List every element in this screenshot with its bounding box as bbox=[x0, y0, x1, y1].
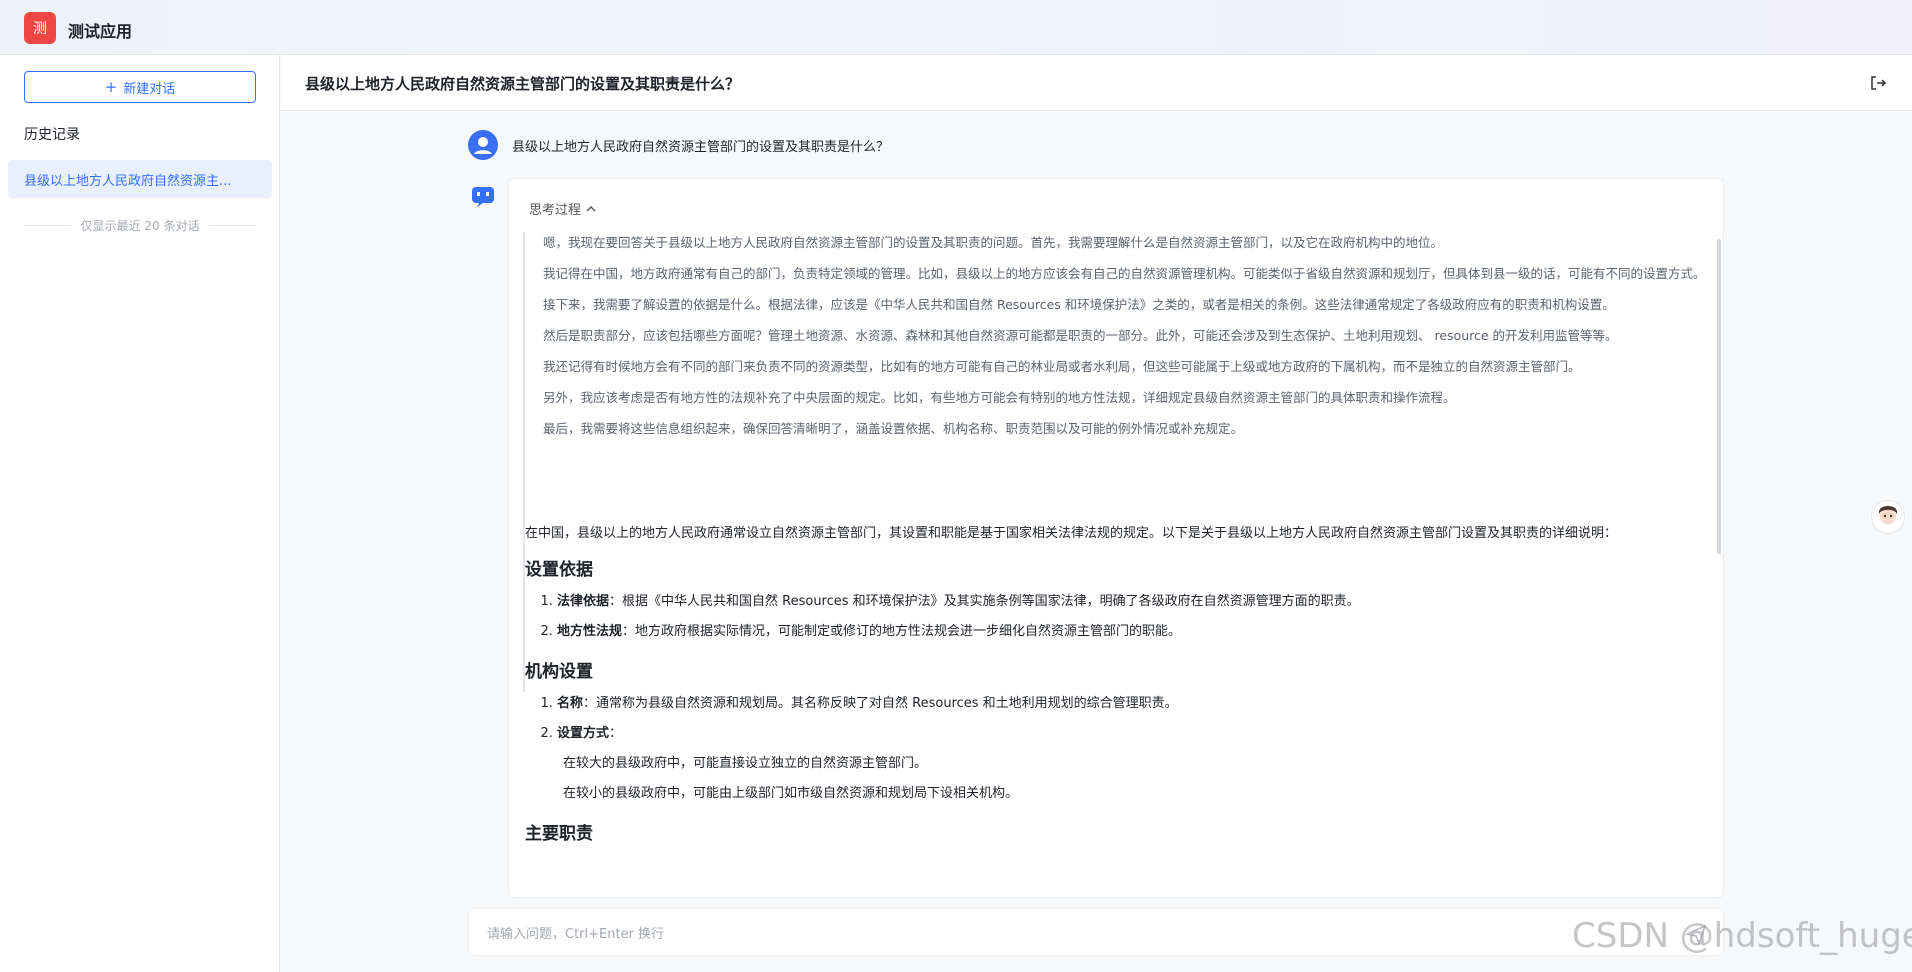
divider bbox=[209, 225, 256, 226]
watermark: CSDN @hdsoft_huge bbox=[1572, 916, 1912, 956]
chevron-up-icon bbox=[586, 205, 596, 212]
conversation-header: 县级以上地方人民政府自然资源主管部门的设置及其职责是什么？ bbox=[281, 55, 1912, 111]
think-paragraph: 嗯，我现在要回答关于县级以上地方人民政府自然资源主管部门的设置及其职责的问题。首… bbox=[543, 235, 1444, 250]
logout-icon[interactable] bbox=[1868, 73, 1888, 93]
history-note: 仅显示最近 20 条对话 bbox=[24, 217, 256, 234]
question-input[interactable] bbox=[485, 921, 1669, 947]
section-heading: 主要职责 bbox=[525, 824, 593, 844]
bot-avatar-icon bbox=[470, 182, 496, 208]
think-paragraph: 接下来，我需要了解设置的依据是什么。根据法律，应该是《中华人民共和国自然 Res… bbox=[543, 297, 1615, 312]
think-paragraph: 最后，我需要将这些信息组织起来，确保回答清晰明了，涵盖设置依据、机构名称、职责范… bbox=[543, 421, 1244, 436]
top-bar: 测 测试应用 bbox=[0, 0, 1912, 55]
question-input-box bbox=[468, 908, 1724, 956]
history-item-label: 县级以上地方人民政府自然资源主... bbox=[24, 173, 232, 189]
conversation-title: 县级以上地方人民政府自然资源主管部门的设置及其职责是什么？ bbox=[305, 75, 741, 93]
new-chat-button[interactable]: + 新建对话 bbox=[24, 71, 256, 103]
user-message: 县级以上地方人民政府自然资源主管部门的设置及其职责是什么？ bbox=[512, 140, 890, 155]
item-text: ：地方政府根据实际情况，可能制定或修订的地方性法规会进一步细化自然资源主管部门的… bbox=[622, 624, 1182, 639]
plus-icon: + bbox=[104, 78, 118, 96]
new-chat-label: 新建对话 bbox=[123, 81, 176, 97]
list-item: 设置方式： bbox=[557, 723, 1709, 745]
app-title: 测试应用 bbox=[68, 22, 133, 41]
answer-content: 在中国，县级以上的地方人民政府通常设立自然资源主管部门，其设置和职能是基于国家相… bbox=[525, 523, 1709, 855]
list-item: 名称：通常称为县级自然资源和规划局。其名称反映了对自然 Resources 和土… bbox=[557, 693, 1709, 715]
sub-item: 在较小的县级政府中，可能由上级部门如市级自然资源和规划局下设相关机构。 bbox=[563, 786, 1019, 801]
think-paragraph: 我记得在中国，地方政府通常有自己的部门，负责特定领域的管理。比如，县级以上的地方… bbox=[543, 266, 1706, 281]
item-bold: 名称 bbox=[557, 696, 584, 711]
section-heading: 机构设置 bbox=[525, 662, 593, 682]
divider bbox=[24, 225, 71, 226]
answer-card: 思考过程 嗯，我现在要回答关于县级以上地方人民政府自然资源主管部门的设置及其职责… bbox=[508, 178, 1724, 898]
section-list: 法律依据：根据《中华人民共和国自然 Resources 和环境保护法》及其实施条… bbox=[525, 591, 1709, 643]
item-text: ：通常称为县级自然资源和规划局。其名称反映了对自然 Resources 和土地利… bbox=[583, 696, 1178, 711]
sidebar: + 新建对话 历史记录 县级以上地方人民政府自然资源主... 仅显示最近 20 … bbox=[0, 55, 280, 972]
history-item[interactable]: 县级以上地方人民政府自然资源主... bbox=[8, 160, 272, 198]
answer-intro: 在中国，县级以上的地方人民政府通常设立自然资源主管部门，其设置和职能是基于国家相… bbox=[525, 526, 1618, 541]
sub-item: 在较大的县级政府中，可能直接设立独立的自然资源主管部门。 bbox=[563, 756, 928, 771]
think-toggle[interactable]: 思考过程 bbox=[529, 199, 597, 218]
section-list: 名称：通常称为县级自然资源和规划局。其名称反映了对自然 Resources 和土… bbox=[525, 693, 1709, 745]
think-paragraph: 我还记得有时候地方会有不同的部门来负责不同的资源类型，比如有的地方可能有自己的林… bbox=[543, 359, 1581, 374]
item-text: ：根据《中华人民共和国自然 Resources 和环境保护法》及其实施条例等国家… bbox=[609, 594, 1360, 609]
scrollbar[interactable] bbox=[1717, 239, 1721, 554]
think-label: 思考过程 bbox=[529, 203, 582, 218]
item-text: ： bbox=[609, 726, 623, 741]
assistant-float-avatar[interactable] bbox=[1871, 500, 1905, 534]
item-bold: 地方性法规 bbox=[557, 624, 623, 639]
history-title: 历史记录 bbox=[24, 127, 80, 143]
app-logo: 测 bbox=[24, 12, 56, 44]
section-heading: 设置依据 bbox=[525, 560, 593, 580]
think-paragraph: 然后是职责部分，应该包括哪些方面呢？管理土地资源、水资源、森林和其他自然资源可能… bbox=[543, 328, 1618, 343]
user-avatar bbox=[468, 130, 498, 160]
list-item: 法律依据：根据《中华人民共和国自然 Resources 和环境保护法》及其实施条… bbox=[557, 591, 1709, 613]
history-note-text: 仅显示最近 20 条对话 bbox=[80, 219, 200, 233]
item-bold: 设置方式 bbox=[557, 726, 610, 741]
item-bold: 法律依据 bbox=[557, 594, 610, 609]
list-item: 地方性法规：地方政府根据实际情况，可能制定或修订的地方性法规会进一步细化自然资源… bbox=[557, 621, 1709, 643]
think-paragraph: 另外，我应该考虑是否有地方性的法规补充了中央层面的规定。比如，有些地方可能会有特… bbox=[543, 390, 1456, 405]
